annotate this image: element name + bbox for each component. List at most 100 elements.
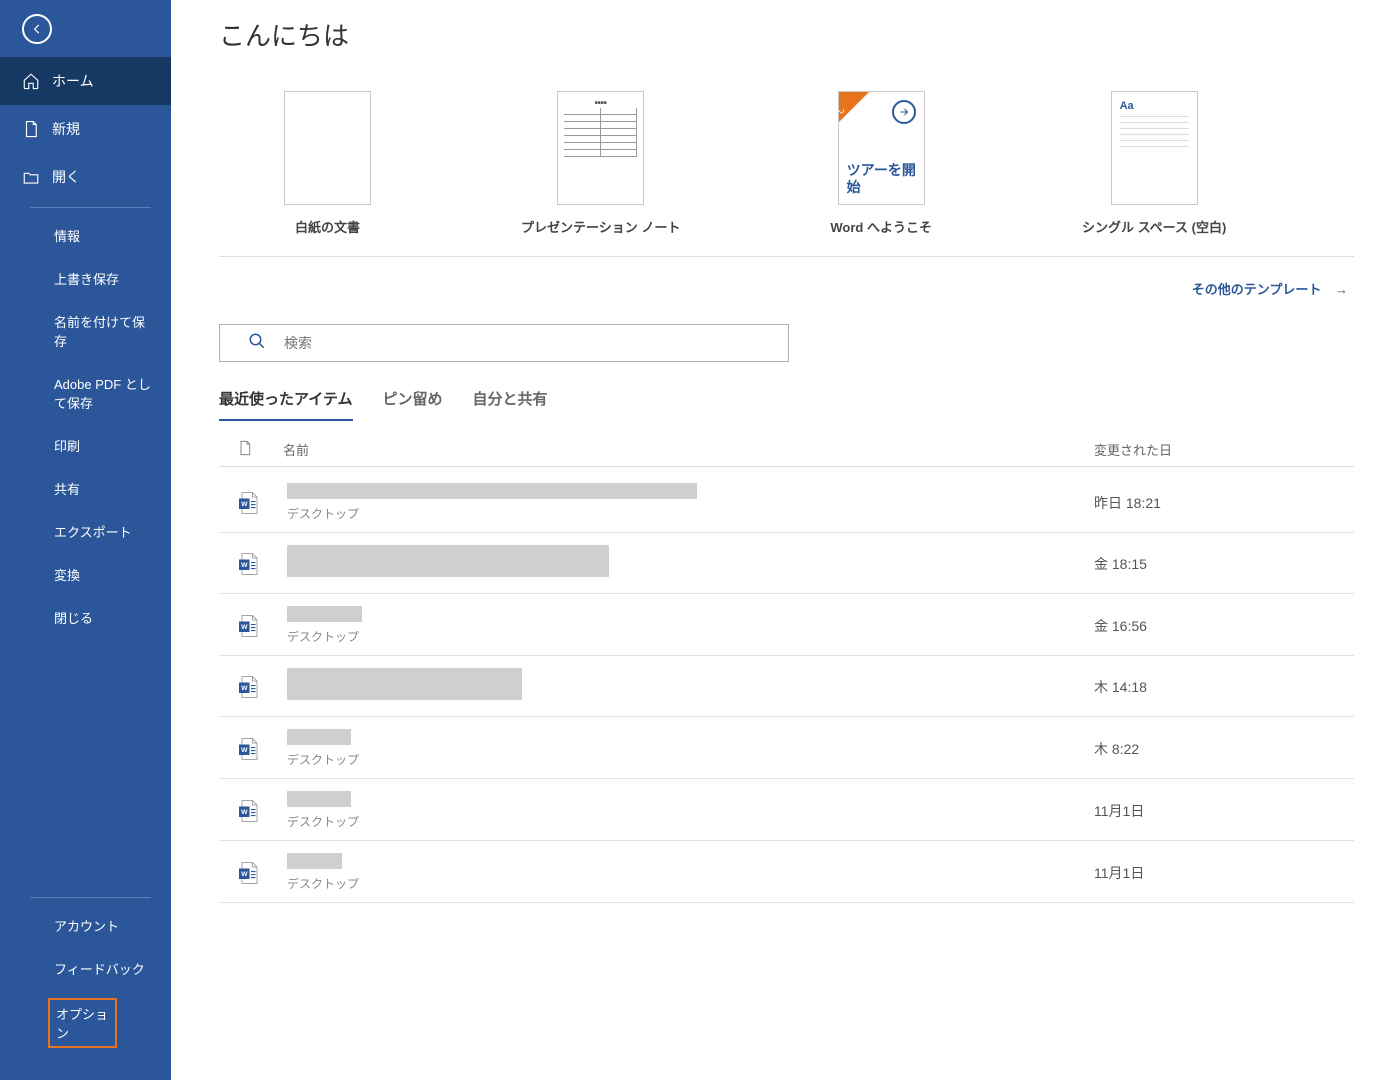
doc-info: デスクトップ xyxy=(287,729,1094,768)
template-single-space[interactable]: Aa シングル スペース (空白) xyxy=(1082,91,1226,236)
sidebar-item-account[interactable]: アカウント xyxy=(0,904,171,947)
svg-text:W: W xyxy=(241,501,248,508)
tour-arrow-icon xyxy=(892,100,916,124)
search-input[interactable] xyxy=(284,335,776,351)
doc-name-redacted xyxy=(287,668,522,700)
tab-pinned[interactable]: ピン留め xyxy=(383,388,443,421)
sidebar-item-info[interactable]: 情報 xyxy=(0,214,171,257)
word-doc-icon: W xyxy=(231,799,265,823)
doc-location: デスクトップ xyxy=(287,751,1094,768)
doc-location: デスクトップ xyxy=(287,875,1094,892)
doc-date: 11月1日 xyxy=(1094,863,1354,883)
word-doc-icon: W xyxy=(231,491,265,515)
arrow-right-icon: → xyxy=(1335,282,1348,297)
sidebar-item-new[interactable]: 新規 xyxy=(0,105,171,153)
template-thumb: 新しい ツアーを開始 xyxy=(838,91,925,205)
svg-text:W: W xyxy=(241,809,248,816)
col-name[interactable]: 名前 xyxy=(283,440,1094,459)
sidebar-item-options[interactable]: オプション xyxy=(0,996,171,1050)
sidebar: ホーム 新規 開く 情報 上書き保存 名前を付けて保存 Adobe PDF とし… xyxy=(0,0,171,1080)
new-doc-icon xyxy=(22,120,40,138)
tab-recent[interactable]: 最近使ったアイテム xyxy=(219,388,353,421)
template-thumb: Aa xyxy=(1111,91,1198,205)
sidebar-item-save[interactable]: 上書き保存 xyxy=(0,257,171,300)
options-highlight: オプション xyxy=(48,998,117,1048)
doc-name-redacted xyxy=(287,606,362,622)
template-label: Word へようこそ xyxy=(830,217,932,236)
doc-date: 11月1日 xyxy=(1094,801,1354,821)
template-thumb xyxy=(284,91,371,205)
list-item[interactable]: W 木 14:18 xyxy=(219,656,1354,717)
col-date[interactable]: 変更された日 xyxy=(1094,440,1354,459)
doc-date: 木 8:22 xyxy=(1094,739,1354,759)
svg-text:W: W xyxy=(241,871,248,878)
sidebar-item-open[interactable]: 開く xyxy=(0,153,171,201)
doc-date: 木 14:18 xyxy=(1094,677,1354,697)
more-templates-link[interactable]: その他のテンプレート → xyxy=(219,256,1354,298)
svg-text:W: W xyxy=(241,747,248,754)
word-doc-icon: W xyxy=(231,861,265,885)
list-item[interactable]: W デスクトップ昨日 18:21 xyxy=(219,471,1354,533)
list-item[interactable]: W デスクトップ11月1日 xyxy=(219,841,1354,903)
list-header: 名前 変更された日 xyxy=(219,431,1354,467)
sidebar-item-print[interactable]: 印刷 xyxy=(0,424,171,467)
sidebar-item-export[interactable]: エクスポート xyxy=(0,510,171,553)
list-item[interactable]: W 金 18:15 xyxy=(219,533,1354,594)
doc-name-redacted xyxy=(287,729,351,745)
word-doc-icon: W xyxy=(231,614,265,638)
page-title: こんにちは xyxy=(219,16,1354,53)
word-doc-icon: W xyxy=(231,552,265,576)
sidebar-item-share[interactable]: 共有 xyxy=(0,467,171,510)
home-icon xyxy=(22,72,40,90)
template-welcome[interactable]: 新しい ツアーを開始 Word へようこそ xyxy=(830,91,932,236)
sidebar-label-home: ホーム xyxy=(52,71,94,91)
new-badge-icon: 新しい xyxy=(839,92,869,122)
back-button[interactable] xyxy=(10,6,63,51)
word-doc-icon: W xyxy=(231,737,265,761)
list-item[interactable]: W デスクトップ金 16:56 xyxy=(219,594,1354,656)
search-box[interactable] xyxy=(219,324,789,362)
sidebar-item-adobepdf[interactable]: Adobe PDF として保存 xyxy=(0,362,171,424)
doc-location: デスクトップ xyxy=(287,813,1094,830)
recent-tabs: 最近使ったアイテム ピン留め 自分と共有 xyxy=(219,388,1354,421)
tab-shared[interactable]: 自分と共有 xyxy=(473,388,548,421)
template-label: プレゼンテーション ノート xyxy=(521,217,680,236)
template-label: シングル スペース (空白) xyxy=(1082,217,1226,236)
doc-info: デスクトップ xyxy=(287,606,1094,645)
word-doc-icon: W xyxy=(231,675,265,699)
template-gallery: 白紙の文書 ■■■■ プレゼンテーション ノート 新しい xyxy=(219,91,1354,236)
doc-info xyxy=(287,668,1094,706)
sidebar-item-close[interactable]: 閉じる xyxy=(0,596,171,639)
list-item[interactable]: W デスクトップ11月1日 xyxy=(219,779,1354,841)
template-notes[interactable]: ■■■■ プレゼンテーション ノート xyxy=(521,91,680,236)
folder-open-icon xyxy=(22,168,40,186)
doc-name-redacted xyxy=(287,545,609,577)
sidebar-label-new: 新規 xyxy=(52,119,80,139)
template-blank[interactable]: 白紙の文書 xyxy=(284,91,371,236)
sidebar-item-home[interactable]: ホーム xyxy=(0,57,171,105)
sidebar-item-feedback[interactable]: フィードバック xyxy=(0,947,171,990)
doc-date: 昨日 18:21 xyxy=(1094,493,1354,513)
recent-list: Wデスクトップ昨日 18:21W金 18:15Wデスクトップ金 16:56W木 … xyxy=(219,471,1354,903)
sidebar-label-open: 開く xyxy=(52,167,80,187)
sidebar-item-saveas[interactable]: 名前を付けて保存 xyxy=(0,300,171,362)
doc-name-redacted xyxy=(287,853,342,869)
doc-info: デスクトップ xyxy=(287,853,1094,892)
doc-date: 金 18:15 xyxy=(1094,554,1354,574)
svg-text:W: W xyxy=(241,562,248,569)
doc-date: 金 16:56 xyxy=(1094,616,1354,636)
doc-name-redacted xyxy=(287,791,351,807)
doc-info xyxy=(287,545,1094,583)
template-label: 白紙の文書 xyxy=(295,217,360,236)
doc-header-icon xyxy=(237,439,253,460)
search-icon xyxy=(248,332,266,355)
main-content: こんにちは 白紙の文書 ■■■■ プレゼンテーション ノート xyxy=(171,0,1394,1080)
doc-location: デスクトップ xyxy=(287,505,1094,522)
sidebar-item-transform[interactable]: 変換 xyxy=(0,553,171,596)
doc-location: デスクトップ xyxy=(287,628,1094,645)
doc-name-redacted xyxy=(287,483,697,499)
doc-info: デスクトップ xyxy=(287,791,1094,830)
svg-text:W: W xyxy=(241,624,248,631)
doc-info: デスクトップ xyxy=(287,483,1094,522)
list-item[interactable]: W デスクトップ木 8:22 xyxy=(219,717,1354,779)
